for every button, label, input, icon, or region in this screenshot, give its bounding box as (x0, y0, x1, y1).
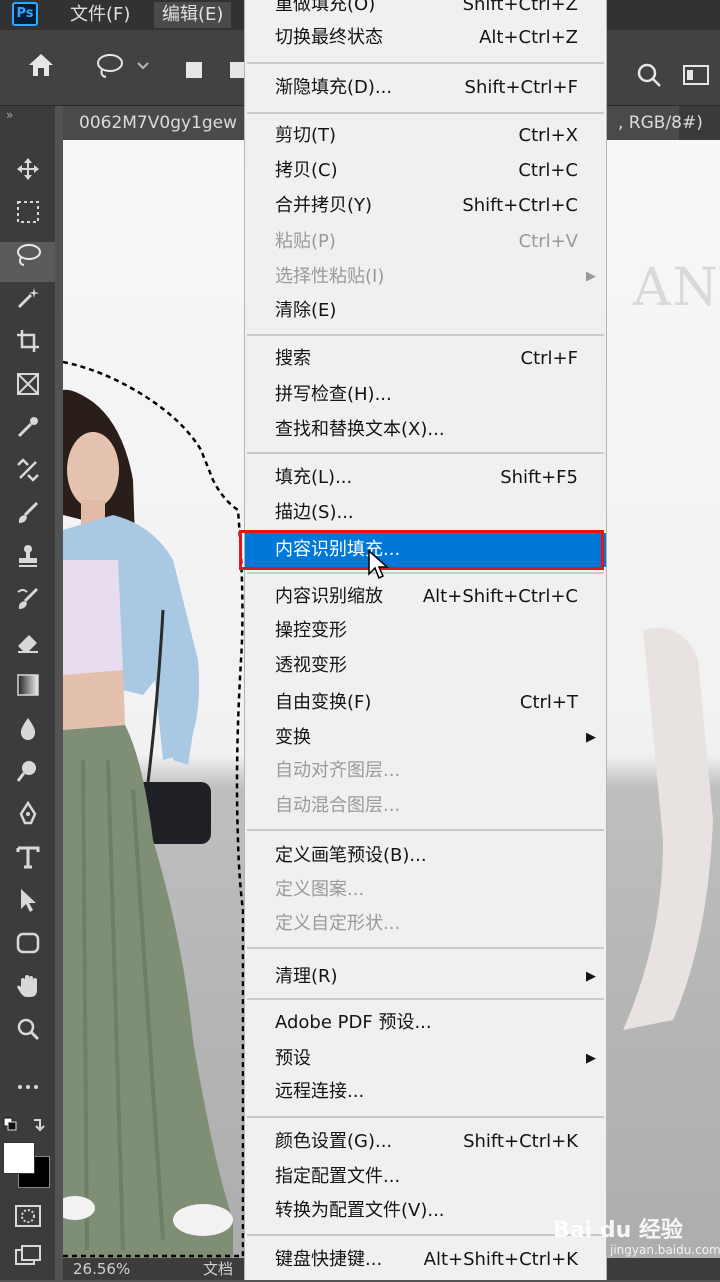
menu-edit[interactable]: 编辑(E) (154, 2, 232, 28)
submenu-arrow-icon: ▶ (586, 1051, 596, 1066)
path-selection-tool-icon[interactable] (0, 887, 55, 927)
add-selection-icon[interactable] (228, 58, 244, 86)
eraser-tool-icon[interactable] (0, 629, 55, 669)
submenu-arrow-icon: ▶ (586, 730, 596, 745)
menu-item-assign-profile[interactable]: 指定配置文件... (245, 1160, 606, 1194)
submenu-arrow-icon: ▶ (586, 269, 596, 284)
menu-item-keyboard-shortcuts[interactable]: 键盘快捷键... Alt+Shift+Ctrl+K (245, 1243, 606, 1277)
menu-item-toggle-last-state[interactable]: 切换最终状态 Alt+Ctrl+Z (245, 21, 606, 55)
menu-item-stroke[interactable]: 描边(S)... (245, 496, 606, 530)
menu-item-perspective-warp[interactable]: 透视变形 (245, 649, 606, 683)
menu-item-paste[interactable]: 粘贴(P) Ctrl+V (245, 225, 606, 259)
default-colors-icon[interactable] (2, 1114, 50, 1140)
tools-panel: » (0, 106, 55, 1280)
collapse-icon[interactable]: » (6, 108, 13, 122)
workspace-icon[interactable] (682, 64, 710, 92)
menu-file[interactable]: 文件(F) (62, 2, 138, 28)
submenu-arrow-icon: ▶ (586, 969, 596, 984)
shape-tool-icon[interactable] (0, 930, 55, 970)
menu-item-define-brush[interactable]: 定义画笔预设(B)... (245, 839, 606, 873)
menu-item-fill[interactable]: 填充(L)... Shift+F5 (245, 461, 606, 495)
photo-person-right-arm (623, 628, 713, 1030)
menu-item-cut[interactable]: 剪切(T) Ctrl+X (245, 119, 606, 153)
menu-separator (247, 829, 604, 831)
menu-item-paste-special[interactable]: 选择性粘贴(I) ▶ (245, 260, 606, 294)
screen-mode-icon[interactable] (0, 1242, 55, 1282)
menu-item-free-transform[interactable]: 自由变换(F) Ctrl+T (245, 686, 606, 720)
menu-separator (247, 452, 604, 454)
zoom-level[interactable]: 26.56% (73, 1258, 130, 1280)
menu-item-find-replace[interactable]: 查找和替换文本(X)... (245, 413, 606, 447)
menu-separator (247, 62, 604, 64)
annotation-highlight-box (239, 530, 604, 570)
menu-item-copy-merged[interactable]: 合并拷贝(Y) Shift+Ctrl+C (245, 189, 606, 223)
menu-separator (247, 1234, 604, 1236)
foreground-color-swatch[interactable] (3, 1142, 35, 1174)
menu-item-auto-blend-layers[interactable]: 自动混合图层... (245, 789, 606, 823)
magic-wand-tool-icon[interactable] (0, 285, 55, 325)
lasso-tool-icon[interactable] (0, 242, 55, 282)
document-tab-suffix: , RGB/8#) (618, 113, 703, 133)
search-icon[interactable] (636, 62, 662, 94)
menu-separator (247, 334, 604, 336)
blur-tool-icon[interactable] (0, 715, 55, 755)
menu-item-auto-align-layers[interactable]: 自动对齐图层... (245, 754, 606, 788)
menu-item-convert-to-profile[interactable]: 转换为配置文件(V)... (245, 1194, 606, 1228)
brush-tool-icon[interactable] (0, 500, 55, 540)
zoom-tool-icon[interactable] (0, 1016, 55, 1056)
selection-outline (63, 360, 245, 1258)
dodge-tool-icon[interactable] (0, 758, 55, 798)
menu-item-clear[interactable]: 清除(E) (245, 294, 606, 328)
type-tool-icon[interactable] (0, 844, 55, 884)
menu-separator (247, 998, 604, 1000)
history-brush-tool-icon[interactable] (0, 586, 55, 626)
menu-item-adobe-pdf-presets[interactable]: Adobe PDF 预设... (245, 1006, 606, 1040)
menu-item-fade-fill[interactable]: 渐隐填充(D)... Shift+Ctrl+F (245, 71, 606, 105)
move-tool-icon[interactable] (0, 156, 55, 196)
menu-item-presets[interactable]: 预设 ▶ (245, 1042, 606, 1076)
background-sign-text: ANY (633, 258, 720, 318)
eyedropper-tool-icon[interactable] (0, 414, 55, 454)
new-selection-icon[interactable] (184, 58, 204, 86)
marquee-tool-icon[interactable] (0, 199, 55, 239)
menu-item-transform[interactable]: 变换 ▶ (245, 721, 606, 755)
photoshop-logo-icon: Ps (12, 2, 38, 26)
menu-item-color-settings[interactable]: 颜色设置(G)... Shift+Ctrl+K (245, 1125, 606, 1159)
lasso-preset-icon[interactable] (94, 52, 150, 86)
menu-item-copy[interactable]: 拷贝(C) Ctrl+C (245, 154, 606, 188)
menu-separator (247, 947, 604, 949)
document-info[interactable]: 文档 (203, 1258, 233, 1280)
home-icon[interactable] (26, 50, 56, 86)
watermark-text: Bai du 经验 (553, 1218, 683, 1243)
menu-item-search[interactable]: 搜索 Ctrl+F (245, 342, 606, 376)
menu-item-redo-fill[interactable]: 重做填充(O) Shift+Ctrl+Z (245, 0, 606, 22)
menu-item-content-aware-scale[interactable]: 内容识别缩放 Alt+Shift+Ctrl+C (245, 580, 606, 614)
stamp-tool-icon[interactable] (0, 543, 55, 583)
watermark-subtext: jingyan.baidu.com (610, 1243, 720, 1257)
gradient-tool-icon[interactable] (0, 672, 55, 712)
quick-mask-icon[interactable] (0, 1202, 55, 1242)
menu-item-remote-connections[interactable]: 远程连接... (245, 1075, 606, 1109)
hand-tool-icon[interactable] (0, 973, 55, 1013)
menu-separator (247, 572, 604, 574)
healing-tool-icon[interactable] (0, 457, 55, 497)
menu-separator (247, 1116, 604, 1118)
frame-tool-icon[interactable] (0, 371, 55, 411)
pen-tool-icon[interactable] (0, 800, 55, 841)
more-tools-icon[interactable] (0, 1066, 55, 1106)
menu-item-puppet-warp[interactable]: 操控变形 (245, 614, 606, 648)
menu-item-purge[interactable]: 清理(R) ▶ (245, 960, 606, 994)
menu-item-define-custom-shape[interactable]: 定义自定形状... (245, 907, 606, 941)
crop-tool-icon[interactable] (0, 328, 55, 368)
menu-item-define-pattern[interactable]: 定义图案... (245, 873, 606, 907)
edit-menu-dropdown: 重做填充(O) Shift+Ctrl+Z 切换最终状态 Alt+Ctrl+Z 渐隐填… (244, 0, 607, 1280)
menu-separator (247, 112, 604, 114)
menu-item-spell-check[interactable]: 拼写检查(H)... (245, 378, 606, 412)
